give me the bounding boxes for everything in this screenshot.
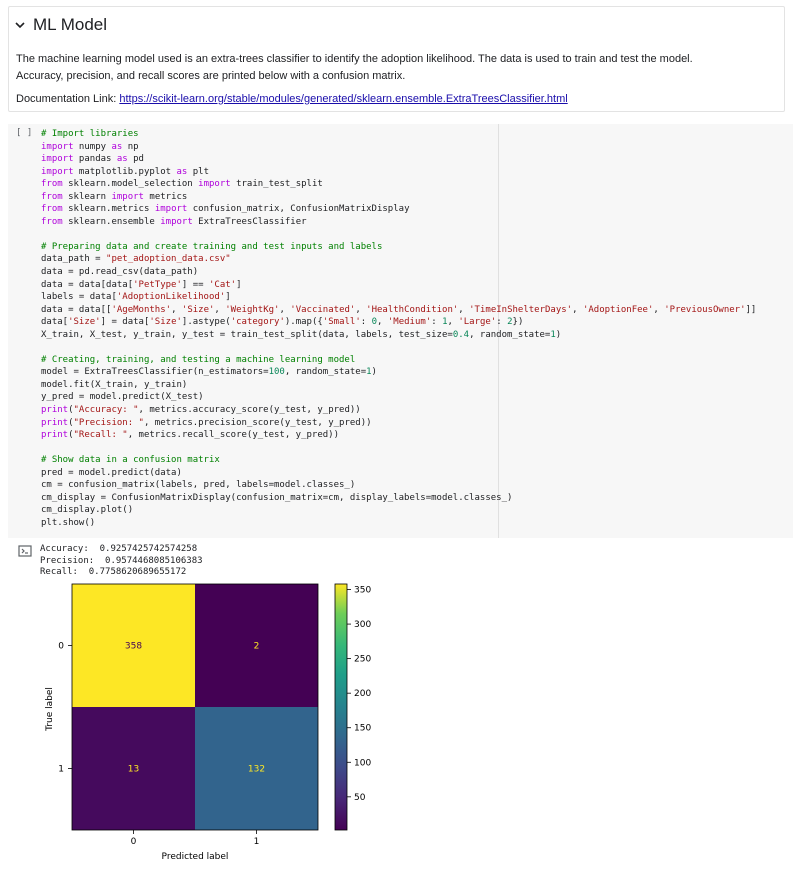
x-tick-label: 0: [131, 837, 137, 847]
colorbar-tick-label: 250: [354, 655, 371, 665]
code-cell[interactable]: [ ] # Import libraries import numpy as n…: [8, 124, 793, 538]
y-tick-label: 0: [58, 642, 64, 652]
x-axis-ticks: 01: [131, 830, 260, 847]
text-cell: ML Model The machine learning model used…: [8, 6, 785, 112]
output-text: Accuracy: 0.9257425742574258 Precision: …: [40, 544, 203, 579]
x-axis-label: Predicted label: [162, 852, 229, 862]
y-tick-label: 1: [58, 765, 64, 775]
confusion-matrix-plot: 358 213 132 01 01 Predicted label True lab…: [45, 583, 371, 862]
x-tick-label: 1: [254, 837, 260, 847]
matrix-cell-value: 13: [128, 765, 139, 775]
matrix-cell-value: 132: [248, 765, 265, 775]
colorbar-tick-label: 100: [354, 758, 371, 768]
colorbar-tick-label: 350: [354, 586, 371, 596]
y-axis-ticks: 01: [58, 642, 72, 775]
description-line-2: Accuracy, precision, and recall scores a…: [16, 70, 406, 82]
recall-output: Recall: 0.7758620689655172: [40, 567, 187, 577]
y-axis-label: True label: [45, 687, 55, 732]
section-header: ML Model: [11, 15, 107, 35]
matrix-grid: 358 2 13 132: [71, 583, 319, 831]
chevron-down-icon[interactable]: [11, 16, 29, 34]
colorbar-tick-label: 150: [354, 724, 371, 734]
documentation-line: Documentation Link: https://scikit-learn…: [16, 91, 568, 107]
colorbar-ticks: 50 100 150 200 250 300 350: [347, 586, 371, 803]
colorbar-tick-label: 300: [354, 620, 371, 630]
description-line-1: The machine learning model used is an ex…: [16, 53, 693, 65]
documentation-link[interactable]: https://scikit-learn.org/stable/modules/…: [119, 93, 567, 105]
precision-output: Precision: 0.9574468085106383: [40, 555, 203, 566]
run-cell-button[interactable]: [ ]: [16, 128, 32, 138]
code-editor[interactable]: # Import libraries import numpy as np im…: [41, 128, 756, 530]
colorbar: [334, 583, 348, 831]
section-title: ML Model: [33, 15, 108, 34]
matrix-cell-value: 2: [254, 642, 260, 652]
colorbar-tick-label: 200: [354, 689, 371, 699]
matrix-cell-value: 358: [125, 642, 142, 652]
documentation-label: Documentation Link:: [16, 93, 120, 105]
colorbar-tick-label: 50: [354, 793, 366, 803]
accuracy-output: Accuracy: 0.9257425742574258: [40, 544, 198, 554]
output-toggle-icon[interactable]: [18, 544, 32, 558]
